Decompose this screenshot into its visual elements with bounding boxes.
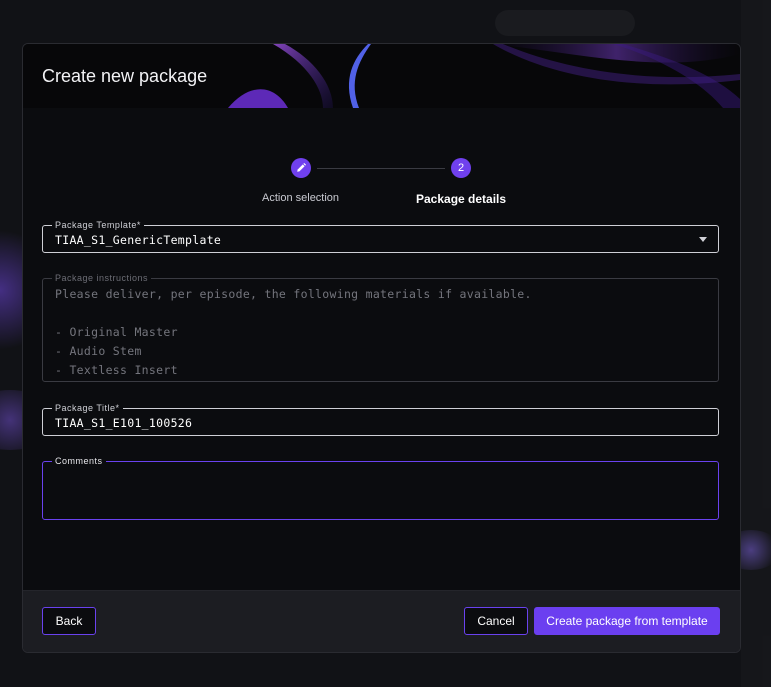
create-package-dialog: Create new package 2 Action selection Pa… xyxy=(22,43,741,653)
step-1-label[interactable]: Action selection xyxy=(262,192,339,204)
package-title-input[interactable]: TIAA_S1_E101_100526 xyxy=(55,416,192,430)
comments-field[interactable]: Comments xyxy=(42,455,719,520)
dialog-footer: Back Cancel Create package from template xyxy=(23,590,740,652)
step-2-label: Package details xyxy=(416,192,507,206)
dialog-title: Create new package xyxy=(42,66,208,86)
comments-label: Comments xyxy=(52,455,106,467)
package-template-select[interactable]: Package Template* TIAA_S1_GenericTemplat… xyxy=(42,219,719,253)
package-template-value: TIAA_S1_GenericTemplate xyxy=(55,233,222,247)
package-instructions-text: Please deliver, per episode, the followi… xyxy=(55,285,532,380)
instruction-line: Please deliver, per episode, the followi… xyxy=(55,287,532,301)
instruction-line xyxy=(55,304,532,323)
cancel-button[interactable]: Cancel xyxy=(464,607,528,635)
instruction-line: - Audio Stem xyxy=(55,344,142,358)
backdrop-panel xyxy=(741,0,771,687)
package-instructions-label: Package instructions xyxy=(52,272,152,284)
package-title-field[interactable]: Package Title* TIAA_S1_E101_100526 xyxy=(42,402,719,436)
back-button[interactable]: Back xyxy=(42,607,96,635)
pencil-icon xyxy=(297,163,306,172)
backdrop-search xyxy=(495,10,635,36)
instruction-line: - Original Master xyxy=(55,325,178,339)
package-template-label: Package Template* xyxy=(52,219,144,231)
dialog-header: Create new package xyxy=(23,44,740,108)
step-2-indicator: 2 xyxy=(451,158,471,178)
create-package-button[interactable]: Create package from template xyxy=(534,607,720,635)
instruction-line: - Textless Insert xyxy=(55,363,178,377)
dropdown-arrow-icon[interactable] xyxy=(699,237,707,242)
comments-input[interactable] xyxy=(53,472,707,514)
package-title-label: Package Title* xyxy=(52,402,123,414)
package-instructions-field: Package instructions Please deliver, per… xyxy=(42,272,719,382)
stepper-connector xyxy=(317,168,445,169)
step-1-indicator xyxy=(291,158,311,178)
